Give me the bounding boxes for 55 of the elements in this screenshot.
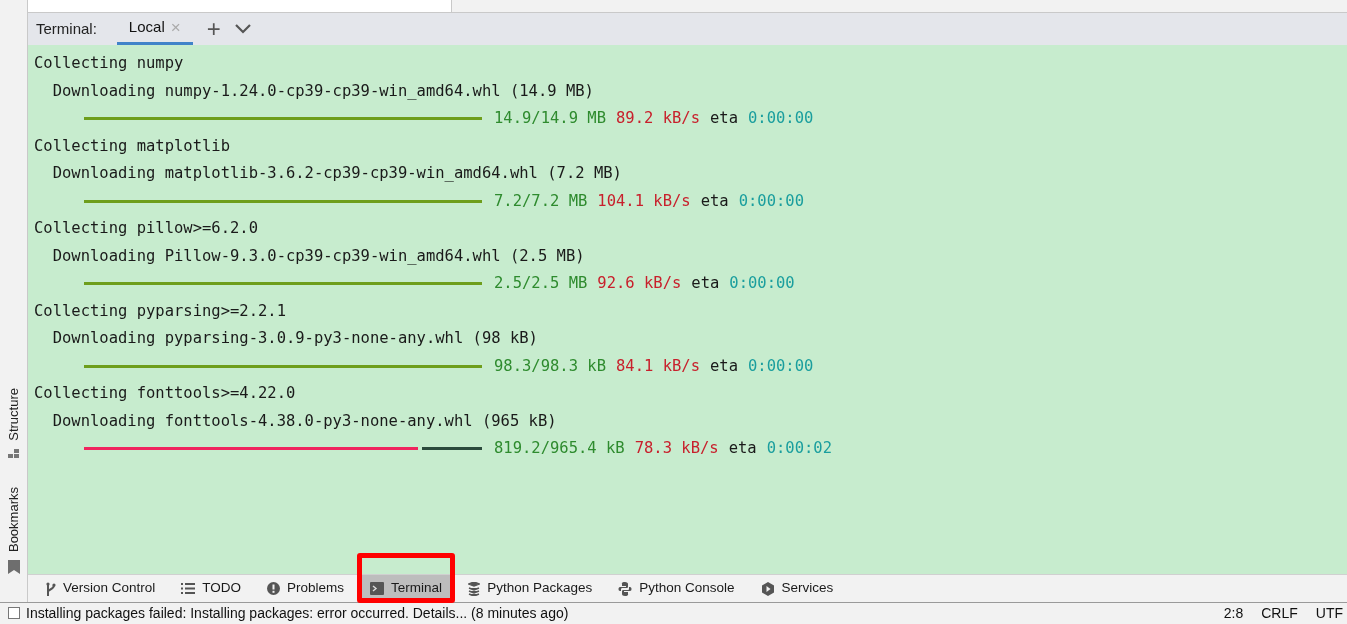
status-icon	[8, 607, 20, 619]
tool-window-tab[interactable]: Structure	[3, 388, 24, 441]
download-size: 819.2/965.4 kB	[494, 438, 625, 459]
terminal-line: Collecting fonttools>=4.22.0	[34, 383, 297, 404]
tool-window-tab[interactable]: Version Control	[38, 575, 164, 602]
download-speed: 84.1 kB/s	[616, 355, 700, 377]
eta-label: eta	[691, 273, 720, 294]
terminal-icon	[370, 582, 385, 595]
download-speed: 92.6 kB/s	[597, 273, 682, 294]
eta-label: eta	[728, 438, 757, 459]
download-speed: 104.1 kB/s	[597, 190, 691, 212]
tool-window-tab[interactable]: Python Console	[610, 575, 743, 602]
new-tab-button[interactable]: +	[202, 17, 225, 41]
eta-label: eta	[710, 108, 738, 129]
tool-window-tab[interactable]: TODO	[173, 575, 250, 602]
cursor-position[interactable]: 2:8	[1223, 605, 1244, 621]
file-encoding[interactable]: UTF	[1315, 605, 1343, 621]
eta-time: 0:00:00	[748, 108, 814, 129]
download-size: 98.3/98.3 kB	[494, 355, 606, 377]
eta-time: 0:00:02	[766, 438, 832, 459]
layers-icon	[468, 581, 481, 596]
panel-title: Terminal:	[36, 18, 97, 39]
bookmark-icon	[7, 560, 20, 574]
terminal-line: Collecting matplotlib	[34, 135, 231, 157]
services-icon	[760, 581, 775, 596]
terminal-line: Downloading Pillow-9.3.0-cp39-cp39-win_amd64.whl (2.5 MB)	[51, 245, 586, 267]
download-size: 14.9/14.9 MB	[494, 108, 606, 129]
eta-label: eta	[700, 190, 729, 212]
terminal-line: Collecting pillow>=6.2.0	[34, 218, 259, 239]
terminal-line: Downloading numpy-1.24.0-cp39-cp39-win_amd64.whl (14.9 MB)	[51, 80, 595, 102]
terminal-line: Downloading matplotlib-3.6.2-cp39-cp39-win_amd64.whl (7.2 MB)	[51, 163, 623, 184]
tool-window-tab[interactable]: Problems	[259, 575, 353, 602]
tool-window-tab[interactable]: Services	[752, 575, 842, 602]
terminal-line: Downloading fonttools-4.38.0-py3-none-any.whl (965 kB)	[51, 410, 558, 432]
tool-window-tab[interactable]: Bookmarks	[3, 486, 24, 552]
tool-window-tab[interactable]: Python Packages	[460, 575, 601, 602]
chevron-down-icon[interactable]	[234, 24, 251, 34]
terminal-line: Downloading pyparsing-3.0.9-py3-none-any.whl (98 kB)	[51, 328, 539, 349]
eta-time: 0:00:00	[738, 190, 804, 212]
alert-icon	[267, 582, 281, 595]
download-size: 7.2/7.2 MB	[494, 190, 588, 212]
download-speed: 78.3 kB/s	[634, 438, 719, 459]
branch-icon	[46, 581, 56, 596]
status-message[interactable]: Installing packages failed: Installing packages: error occurred. Details... (8 minutes ago)	[26, 605, 569, 621]
eta-label: eta	[710, 355, 738, 377]
structure-icon	[7, 448, 20, 459]
download-speed: 89.2 kB/s	[616, 108, 700, 129]
line-separator[interactable]: CRLF	[1261, 605, 1298, 621]
terminal-line: Collecting numpy	[34, 53, 185, 74]
list-icon	[181, 583, 196, 594]
eta-time: 0:00:00	[748, 355, 814, 377]
download-size: 2.5/2.5 MB	[494, 273, 588, 294]
python-icon	[618, 581, 633, 596]
terminal-line: Collecting pyparsing>=2.2.1	[34, 300, 287, 322]
eta-time: 0:00:00	[729, 273, 795, 294]
